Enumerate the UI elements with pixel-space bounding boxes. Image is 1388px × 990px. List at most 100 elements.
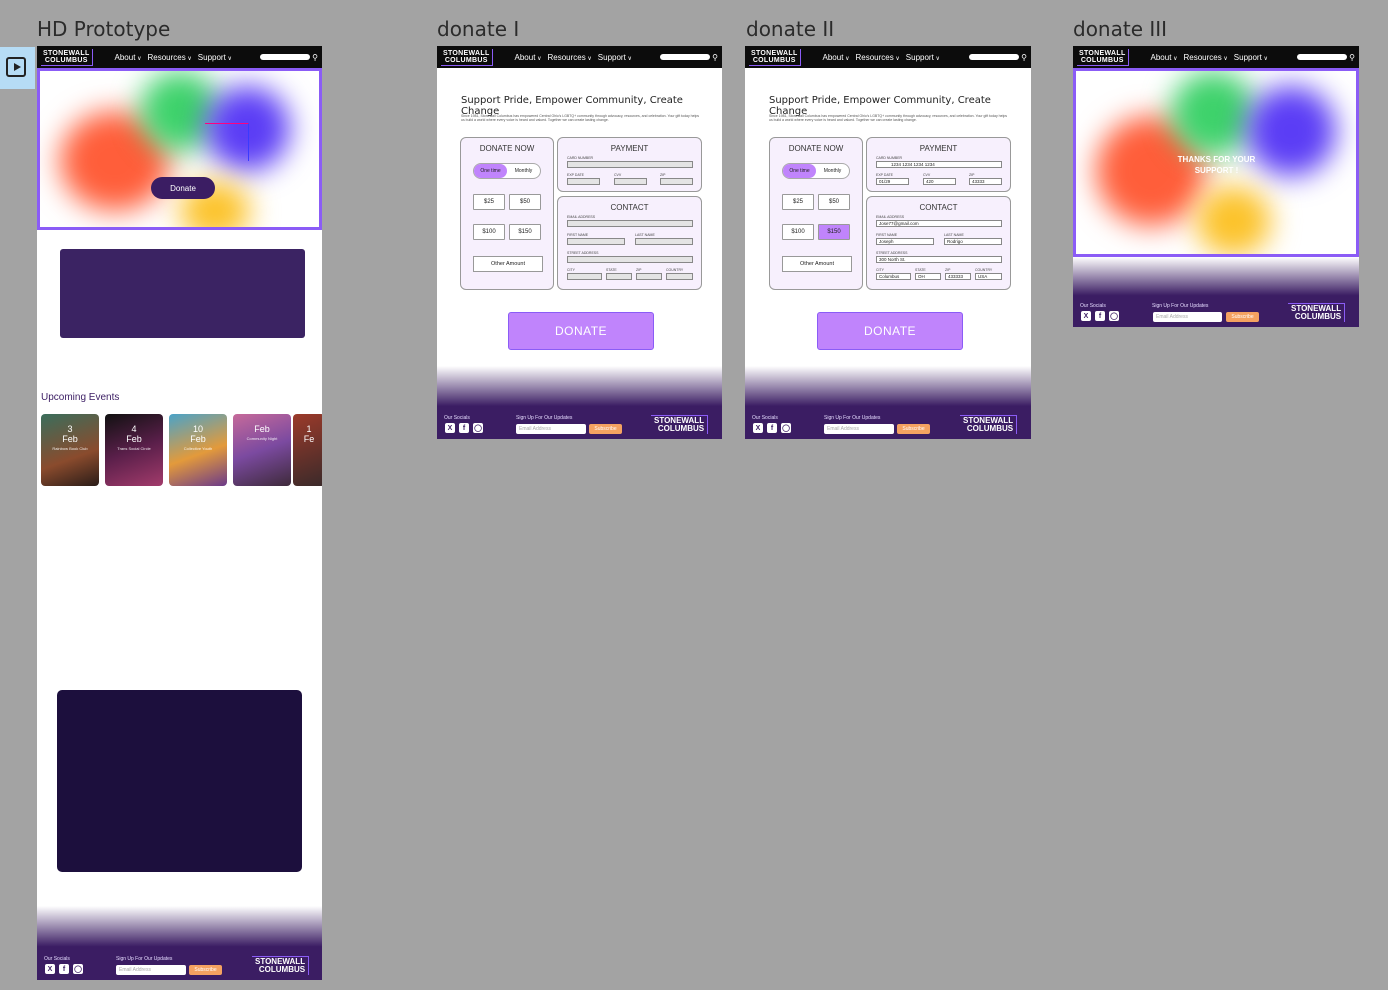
facebook-icon[interactable]: f <box>459 423 469 433</box>
amount-100[interactable]: $100 <box>473 224 505 240</box>
nav-about[interactable]: About <box>515 53 542 62</box>
amount-25[interactable]: $25 <box>782 194 814 210</box>
facebook-icon[interactable]: f <box>767 423 777 433</box>
last-name-field[interactable]: Rodrigo <box>944 238 1002 245</box>
amount-50[interactable]: $50 <box>509 194 541 210</box>
amount-25[interactable]: $25 <box>473 194 505 210</box>
thanks-message: THANKS FOR YOUR SUPPORT ! <box>1177 155 1256 175</box>
donate-submit-button[interactable]: DONATE <box>817 312 963 350</box>
play-prototype-icon[interactable] <box>6 57 26 77</box>
footer: Our Socials X f ◯ Sign Up For Our Update… <box>37 906 322 980</box>
street-field[interactable] <box>567 256 693 263</box>
amount-100[interactable]: $100 <box>782 224 814 240</box>
subscribe-button[interactable]: Subscribe <box>897 424 930 434</box>
street-field[interactable]: 300 North St. <box>876 256 1002 263</box>
donate-now-card: DONATE NOW One time Monthly $25 $50 $100 … <box>460 137 554 290</box>
hero-donate-button[interactable]: Donate <box>151 177 215 199</box>
nav-resources[interactable]: Resources <box>1183 53 1227 62</box>
other-amount-input[interactable]: Other Amount <box>473 256 543 272</box>
city-field[interactable] <box>567 273 602 280</box>
last-name-field[interactable] <box>635 238 693 245</box>
top-nav: STONEWALLCOLUMBUS AboutResourcesSupport … <box>745 46 1031 68</box>
zip2-field[interactable] <box>636 273 662 280</box>
subscribe-button[interactable]: Subscribe <box>589 424 622 434</box>
payment-card: PAYMENT CARD NUMBER 1234 1234 1234 1234 … <box>866 137 1011 192</box>
nav-support[interactable]: Support <box>198 53 232 62</box>
nav-support[interactable]: Support <box>906 53 940 62</box>
nav-about[interactable]: About <box>823 53 850 62</box>
first-name-field[interactable] <box>567 238 625 245</box>
video-block[interactable] <box>57 690 302 872</box>
logo[interactable]: STONEWALL COLUMBUS <box>1077 48 1129 66</box>
instagram-icon[interactable]: ◯ <box>473 423 483 433</box>
country-field[interactable] <box>666 273 693 280</box>
logo[interactable]: STONEWALL COLUMBUS <box>41 48 93 66</box>
frequency-toggle[interactable]: One time Monthly <box>782 163 850 179</box>
logo[interactable]: STONEWALL COLUMBUS <box>441 48 493 66</box>
logo[interactable]: STONEWALL COLUMBUS <box>749 48 801 66</box>
exp-field[interactable] <box>567 178 600 185</box>
exp-field[interactable]: 01/29 <box>876 178 909 185</box>
instagram-icon[interactable]: ◯ <box>73 964 83 974</box>
search-input[interactable] <box>1297 54 1348 60</box>
subscribe-button[interactable]: Subscribe <box>189 965 222 975</box>
card-number-field[interactable] <box>567 161 693 168</box>
first-name-field[interactable]: Joseph <box>876 238 934 245</box>
frequency-toggle[interactable]: One time Monthly <box>473 163 541 179</box>
other-amount-input[interactable]: Other Amount <box>782 256 852 272</box>
email-field[interactable]: Jose77@gmail.com <box>876 220 1002 227</box>
footer-logo[interactable]: STONEWALL COLUMBUS <box>960 415 1018 434</box>
newsletter-email-input[interactable]: Email Address <box>824 424 894 434</box>
search-input[interactable] <box>969 54 1020 60</box>
footer-logo[interactable]: STONEWALL COLUMBUS <box>651 415 709 434</box>
facebook-icon[interactable]: f <box>59 964 69 974</box>
event-card[interactable]: 10 Feb Collective Youth <box>169 414 227 486</box>
amount-150[interactable]: $150 <box>818 224 850 240</box>
zip2-field[interactable]: 433333 <box>945 273 971 280</box>
x-icon[interactable]: X <box>1081 311 1091 321</box>
nav-resources[interactable]: Resources <box>855 53 899 62</box>
footer-logo[interactable]: STONEWALL COLUMBUS <box>252 956 310 975</box>
search-icon[interactable]: ⚲ <box>1021 53 1027 62</box>
x-icon[interactable]: X <box>445 423 455 433</box>
amount-50[interactable]: $50 <box>818 194 850 210</box>
search-input[interactable] <box>660 54 711 60</box>
x-icon[interactable]: X <box>753 423 763 433</box>
country-field[interactable]: USA <box>975 273 1002 280</box>
zip-field[interactable]: 43333 <box>969 178 1002 185</box>
footer-logo[interactable]: STONEWALL COLUMBUS <box>1288 303 1346 322</box>
nav-support[interactable]: Support <box>598 53 632 62</box>
instagram-icon[interactable]: ◯ <box>781 423 791 433</box>
search-icon[interactable]: ⚲ <box>312 53 318 62</box>
event-card[interactable]: 1 Fe <box>293 414 322 486</box>
search-input[interactable] <box>260 54 311 60</box>
event-card[interactable]: 3 Feb Rainbow Book Club <box>41 414 99 486</box>
card-number-field[interactable]: 1234 1234 1234 1234 <box>876 161 1002 168</box>
zip-field[interactable] <box>660 178 693 185</box>
footer: Our Socials Xf ◯ Sign Up For Our Updates … <box>1073 257 1359 327</box>
cvv-field[interactable]: 420 <box>923 178 956 185</box>
search-icon[interactable]: ⚲ <box>712 53 718 62</box>
nav-resources[interactable]: Resources <box>547 53 591 62</box>
amount-150[interactable]: $150 <box>509 224 541 240</box>
event-card[interactable]: 4 Feb Trans Social Circle <box>105 414 163 486</box>
email-field[interactable] <box>567 220 693 227</box>
instagram-icon[interactable]: ◯ <box>1109 311 1119 321</box>
search-icon[interactable]: ⚲ <box>1349 53 1355 62</box>
city-field[interactable]: Columbus <box>876 273 911 280</box>
event-card[interactable]: Feb Community Night <box>233 414 291 486</box>
newsletter-email-input[interactable]: Email Address <box>116 965 186 975</box>
x-icon[interactable]: X <box>45 964 55 974</box>
newsletter-email-input[interactable]: Email Address <box>1153 312 1222 322</box>
nav-resources[interactable]: Resources <box>147 53 191 62</box>
state-field[interactable] <box>606 273 632 280</box>
nav-about[interactable]: About <box>115 53 142 62</box>
cvv-field[interactable] <box>614 178 647 185</box>
facebook-icon[interactable]: f <box>1095 311 1105 321</box>
subscribe-button[interactable]: Subscribe <box>1226 312 1259 322</box>
state-field[interactable]: OH <box>915 273 941 280</box>
newsletter-email-input[interactable]: Email Address <box>516 424 586 434</box>
nav-support[interactable]: Support <box>1234 53 1268 62</box>
donate-submit-button[interactable]: DONATE <box>508 312 654 350</box>
nav-about[interactable]: About <box>1151 53 1178 62</box>
